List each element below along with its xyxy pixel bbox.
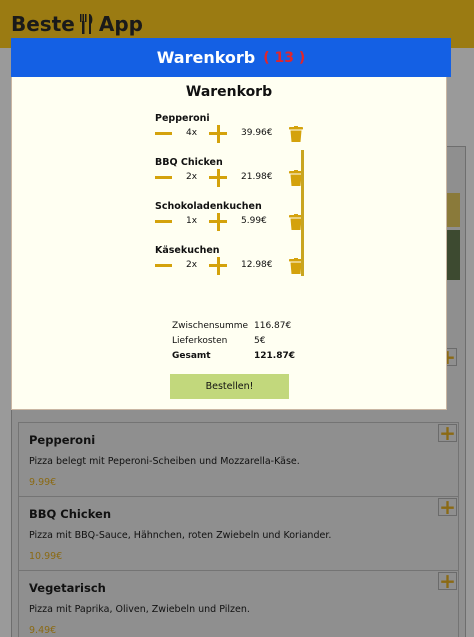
cart-item-name: Pepperoni: [155, 113, 210, 124]
cart-item-controls: 2x 12.98€: [155, 257, 303, 275]
menu-item-description: Pizza mit Paprika, Oliven, Zwiebeln und …: [29, 604, 250, 615]
trash-icon[interactable]: [289, 126, 303, 142]
cart-toggle-bar[interactable]: Warenkorb ( 13 ): [11, 38, 451, 77]
total-row: Gesamt 121.87€: [172, 351, 302, 366]
cart-modal: Warenkorb Pepperoni 4x 39.96€ BBQ Chicke…: [11, 69, 447, 410]
increase-qty-button[interactable]: [209, 169, 227, 187]
category-banner: [447, 193, 460, 227]
cart-item-price: 21.98€: [241, 172, 273, 182]
cart-item-controls: 1x 5.99€: [155, 213, 303, 231]
decrease-qty-button[interactable]: [155, 132, 172, 135]
cart-item-price: 12.98€: [241, 260, 273, 270]
cart-item-qty: 4x: [186, 128, 198, 138]
menu-item-description: Pizza belegt mit Peperoni-Scheiben und M…: [29, 456, 300, 467]
menu-item-price: 10.99€: [29, 551, 63, 562]
decrease-qty-button[interactable]: [155, 220, 172, 223]
increase-qty-button[interactable]: [209, 213, 227, 231]
brand-logo[interactable]: Beste App: [11, 12, 143, 36]
cart-item-controls: 2x 21.98€: [155, 169, 303, 187]
decrease-qty-button[interactable]: [155, 176, 172, 179]
order-button[interactable]: Bestellen!: [170, 374, 289, 399]
total-label: Gesamt: [172, 351, 211, 361]
add-to-cart-button[interactable]: +: [438, 497, 457, 517]
brand-name-left: Beste: [11, 12, 75, 36]
decrease-qty-button[interactable]: [155, 264, 172, 267]
subtotal-value: 116.87€: [254, 321, 292, 331]
cart-item-price: 39.96€: [241, 128, 273, 138]
cart-item: Pepperoni 4x 39.96€: [155, 113, 303, 149]
cart-item-name: Käsekuchen: [155, 245, 220, 256]
menu-item-card: Pepperoni Pizza belegt mit Peperoni-Sche…: [18, 422, 459, 497]
cart-count-badge: ( 13 ): [263, 49, 306, 66]
subtotal-row: Zwischensumme 116.87€: [172, 321, 302, 336]
delivery-value: 5€: [254, 336, 266, 346]
cart-bar-title: Warenkorb: [156, 48, 256, 67]
cart-totals: Zwischensumme 116.87€ Lieferkosten 5€ Ge…: [172, 321, 302, 366]
menu-item-name: BBQ Chicken: [29, 507, 112, 521]
cart-item-list: Pepperoni 4x 39.96€ BBQ Chicken 2x 21.98…: [155, 113, 303, 277]
cart-item: Schokoladenkuchen 1x 5.99€: [155, 201, 303, 237]
cart-item-controls: 4x 39.96€: [155, 125, 303, 143]
delivery-label: Lieferkosten: [172, 336, 228, 346]
add-to-cart-button[interactable]: +: [438, 571, 457, 591]
increase-qty-button[interactable]: [209, 257, 227, 275]
delivery-row: Lieferkosten 5€: [172, 336, 302, 351]
total-value: 121.87€: [254, 351, 295, 361]
cart-item-qty: 2x: [186, 172, 198, 182]
cart-item: Käsekuchen 2x 12.98€: [155, 245, 303, 281]
menu-item-description: Pizza mit BBQ-Sauce, Hähnchen, roten Zwi…: [29, 530, 332, 541]
brand-name-right: App: [98, 12, 143, 36]
subtotal-label: Zwischensumme: [172, 321, 249, 331]
cart-item-price: 5.99€: [241, 216, 267, 226]
cart-item-name: BBQ Chicken: [155, 157, 223, 168]
menu-item-card: BBQ Chicken Pizza mit BBQ-Sauce, Hähnche…: [18, 496, 459, 571]
cart-item-qty: 2x: [186, 260, 198, 270]
menu-item-name: Vegetarisch: [29, 581, 106, 595]
menu-item-price: 9.99€: [29, 477, 57, 488]
cart-item-qty: 1x: [186, 216, 198, 226]
add-to-cart-button[interactable]: +: [438, 423, 457, 443]
fork-knife-icon: [79, 13, 95, 35]
category-image: [447, 230, 460, 280]
menu-item-name: Pepperoni: [29, 433, 96, 447]
cart-item: BBQ Chicken 2x 21.98€: [155, 157, 303, 193]
cart-title: Warenkorb: [185, 84, 273, 100]
cart-item-name: Schokoladenkuchen: [155, 201, 262, 212]
menu-item-price: 9.49€: [29, 625, 57, 636]
increase-qty-button[interactable]: [209, 125, 227, 143]
menu-item-card: Vegetarisch Pizza mit Paprika, Oliven, Z…: [18, 570, 459, 637]
cart-scrollbar[interactable]: [301, 150, 304, 276]
